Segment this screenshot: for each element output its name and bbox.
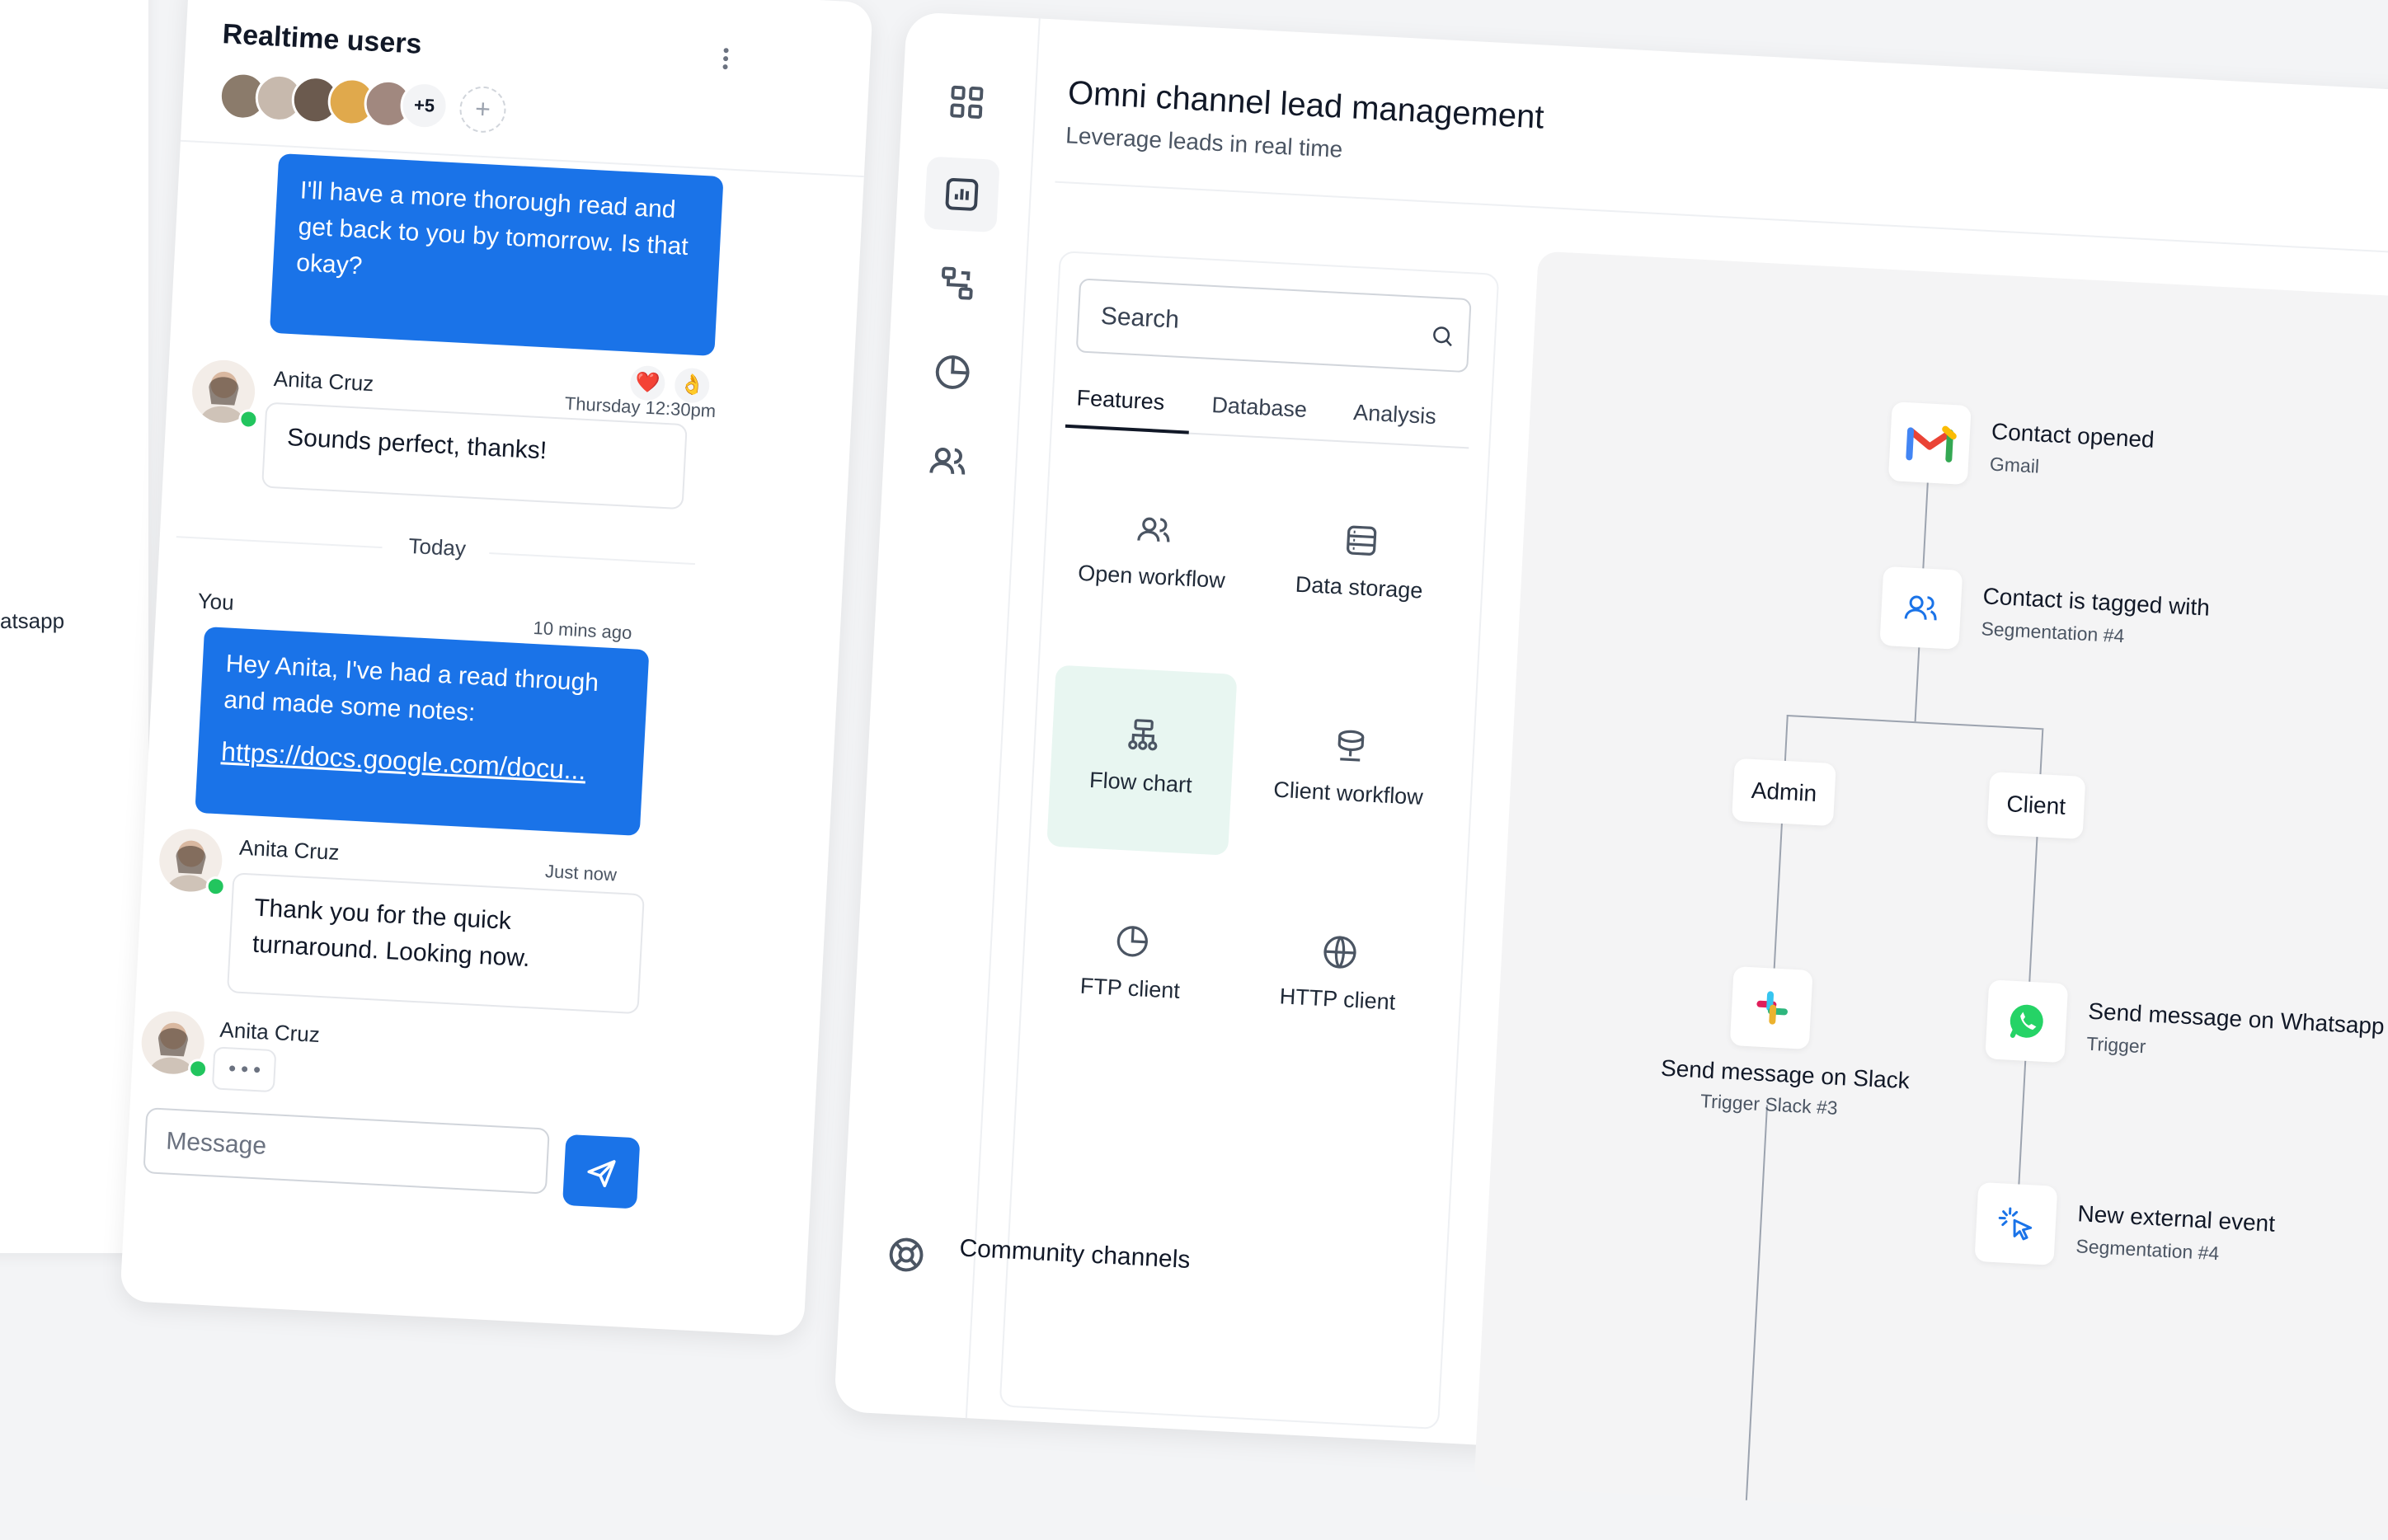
- more-options-icon[interactable]: [721, 45, 731, 77]
- users-icon: [1904, 595, 1937, 621]
- analytics-icon[interactable]: [939, 171, 985, 217]
- date-divider: Today: [407, 533, 467, 561]
- main-panel: Omni channel lead management Leverage le…: [834, 12, 2388, 1540]
- connector: [1773, 823, 1783, 969]
- typing-indicator: [211, 1046, 277, 1093]
- slack-node[interactable]: [1729, 966, 1813, 1049]
- segment-node[interactable]: [1879, 566, 1963, 650]
- tile-flow-chart[interactable]: Flow chart: [1046, 664, 1238, 856]
- tile-label: Client workflow: [1272, 777, 1424, 810]
- tab-analysis[interactable]: Analysis: [1352, 400, 1437, 430]
- node-title: Contact is tagged with: [1981, 583, 2211, 621]
- message-bubble-incoming: Sounds perfect, thanks!: [261, 401, 688, 510]
- add-user-button[interactable]: +: [458, 85, 507, 134]
- slack-icon: [1756, 991, 1788, 1025]
- tile-client-workflow[interactable]: Client workflow: [1254, 676, 1445, 866]
- tile-label: Data storage: [1295, 571, 1424, 603]
- sender-name: You: [197, 588, 235, 615]
- whatsapp-label: atsapp: [0, 608, 65, 633]
- tab-database[interactable]: Database: [1211, 392, 1308, 423]
- node-title: Send message on Slack: [1660, 1054, 1911, 1094]
- tile-label: Open workflow: [1077, 560, 1226, 594]
- online-indicator: [237, 408, 260, 430]
- support-icon[interactable]: [884, 1232, 929, 1278]
- tab-features[interactable]: Features: [1076, 385, 1165, 416]
- tile-data-storage[interactable]: Data storage: [1265, 470, 1455, 660]
- connector: [2018, 1060, 2027, 1185]
- cursor-click-icon: [1998, 1207, 2033, 1241]
- whatsapp-node[interactable]: [1985, 979, 2069, 1063]
- gmail-node[interactable]: [1887, 401, 1972, 486]
- tile-open-workflow[interactable]: Open workflow: [1057, 459, 1248, 650]
- connector: [1784, 715, 1789, 762]
- node-subtitle: Trigger Slack #3: [1699, 1090, 1839, 1119]
- tile-label: FTP client: [1079, 973, 1181, 1003]
- dashboard-icon[interactable]: [944, 80, 990, 125]
- workflow-icon[interactable]: [935, 261, 980, 306]
- chat-panel: Realtime users +5 + I'll have a more tho…: [120, 0, 873, 1337]
- sender-name: Anita Cruz: [219, 1016, 321, 1048]
- node-title: Send message on Whatsapp: [2087, 998, 2386, 1040]
- whatsapp-icon: [2010, 1004, 2043, 1038]
- server-icon: [1337, 730, 1365, 762]
- client-branch[interactable]: Client: [1986, 772, 2085, 839]
- message-bubble-incoming: Thank you for the quick turnaround. Look…: [226, 872, 645, 1015]
- connector: [1914, 647, 1920, 722]
- online-indicator: [205, 876, 227, 897]
- gmail-icon: [1906, 425, 1957, 462]
- node-subtitle: Trigger: [2085, 1032, 2147, 1058]
- community-channels-title: Community channels: [958, 1234, 1192, 1275]
- doc-link[interactable]: https://docs.google.com/docu...: [220, 733, 621, 790]
- flow-canvas: Contact opened Gmail Contact is tagged w…: [1474, 251, 2388, 1540]
- connector: [1922, 477, 1930, 569]
- tile-ftp-client[interactable]: FTP client: [1036, 871, 1226, 1061]
- tile-http-client[interactable]: HTTP client: [1243, 881, 1434, 1072]
- page-subtitle: Leverage leads in real time: [1065, 122, 1343, 162]
- header-divider: [1055, 181, 2388, 261]
- message-input[interactable]: Message: [143, 1107, 550, 1195]
- connector: [2039, 728, 2044, 775]
- message-time: 10 mins ago: [532, 617, 632, 644]
- send-icon: [587, 1160, 616, 1188]
- globe-icon: [1323, 936, 1356, 969]
- admin-branch[interactable]: Admin: [1731, 758, 1837, 827]
- pie-chart-icon[interactable]: [930, 350, 975, 395]
- tile-label: Flow chart: [1088, 767, 1193, 798]
- node-subtitle: Segmentation #4: [2075, 1235, 2220, 1265]
- send-button[interactable]: [562, 1134, 641, 1209]
- connector: [2028, 837, 2038, 982]
- message-bubble-outgoing: I'll have a more thorough read and get b…: [269, 153, 724, 356]
- database-icon: [1347, 525, 1377, 556]
- external-event-node[interactable]: [1974, 1181, 2058, 1265]
- date-divider-line: [176, 536, 383, 549]
- message-text: Hey Anita, I've had a read through and m…: [223, 650, 599, 727]
- features-card: Search Features Database Analysis Open w…: [959, 251, 1500, 1430]
- online-indicator: [187, 1058, 209, 1079]
- users-icon[interactable]: [925, 439, 971, 484]
- flowchart-icon: [1128, 719, 1158, 751]
- message-time: Just now: [544, 861, 618, 885]
- connector: [1745, 1105, 1769, 1500]
- pie-icon: [1116, 926, 1148, 957]
- node-subtitle: Segmentation #4: [1980, 617, 2125, 647]
- more-users-badge[interactable]: +5: [399, 80, 450, 131]
- active-tab-underline: [1065, 424, 1189, 434]
- users-icon: [1137, 517, 1170, 542]
- node-title: New external event: [2076, 1200, 2276, 1237]
- chat-title: Realtime users: [221, 18, 423, 60]
- sender-name: Anita Cruz: [238, 834, 341, 865]
- tile-label: HTTP client: [1279, 984, 1396, 1015]
- search-input[interactable]: Search: [1075, 278, 1472, 373]
- node-title: Contact opened: [1991, 418, 2155, 453]
- message-bubble-outgoing: Hey Anita, I've had a read through and m…: [195, 627, 650, 836]
- search-icon[interactable]: [1430, 323, 1456, 350]
- date-divider-line: [489, 552, 695, 566]
- node-subtitle: Gmail: [1989, 453, 2040, 477]
- sender-name: Anita Cruz: [273, 366, 375, 397]
